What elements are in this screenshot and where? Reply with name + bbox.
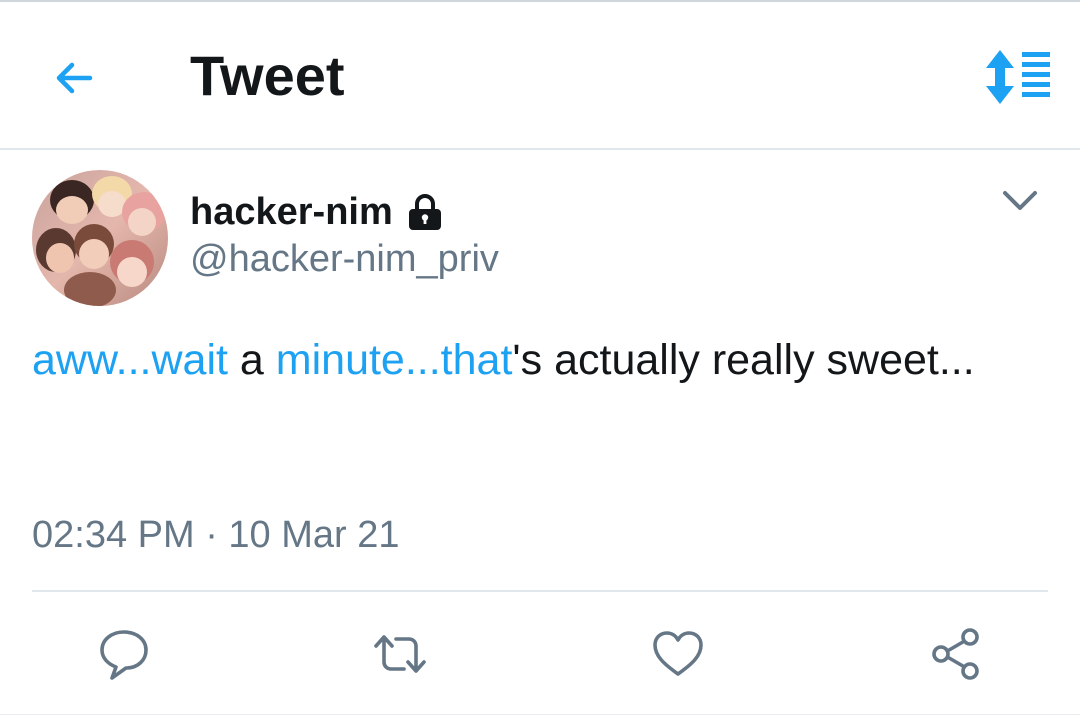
- sort-icon: [986, 50, 1050, 104]
- back-button[interactable]: [46, 50, 102, 106]
- tweet-text-segment: 's actually really sweet...: [512, 336, 975, 384]
- page-title: Tweet: [190, 44, 345, 107]
- avatar-image: [32, 170, 168, 306]
- top-app-bar: Tweet: [0, 2, 1080, 150]
- tweet-link[interactable]: minute...that: [276, 336, 513, 384]
- retweet-button[interactable]: [370, 624, 430, 684]
- tweet-timestamp: 02:34 PM · 10 Mar 21: [32, 514, 400, 556]
- tweet-detail-screen: Tweet hacker-nim @hacker-nim_priv aww...…: [0, 0, 1080, 715]
- lock-icon: [408, 194, 441, 230]
- author-name-row[interactable]: hacker-nim: [190, 190, 445, 234]
- avatar[interactable]: [32, 170, 168, 306]
- retweet-icon: [374, 635, 426, 673]
- tweet-menu-button[interactable]: [998, 184, 1042, 218]
- author-handle[interactable]: @hacker-nim_priv: [190, 236, 499, 282]
- tweet-text: aww...wait a minute...that's actually re…: [32, 332, 1032, 388]
- author-name: hacker-nim: [190, 191, 393, 233]
- chevron-down-icon: [1003, 191, 1037, 210]
- arrow-left-icon: [56, 62, 93, 94]
- like-icon: [653, 631, 703, 676]
- share-icon: [932, 628, 979, 680]
- tweet-link[interactable]: aww...wait: [32, 336, 228, 384]
- sort-button[interactable]: [980, 48, 1052, 106]
- like-button[interactable]: [648, 624, 708, 684]
- reply-icon: [100, 630, 148, 680]
- share-button[interactable]: [926, 624, 986, 684]
- divider: [32, 590, 1048, 592]
- reply-button[interactable]: [94, 624, 154, 684]
- tweet-text-segment: a: [227, 336, 276, 384]
